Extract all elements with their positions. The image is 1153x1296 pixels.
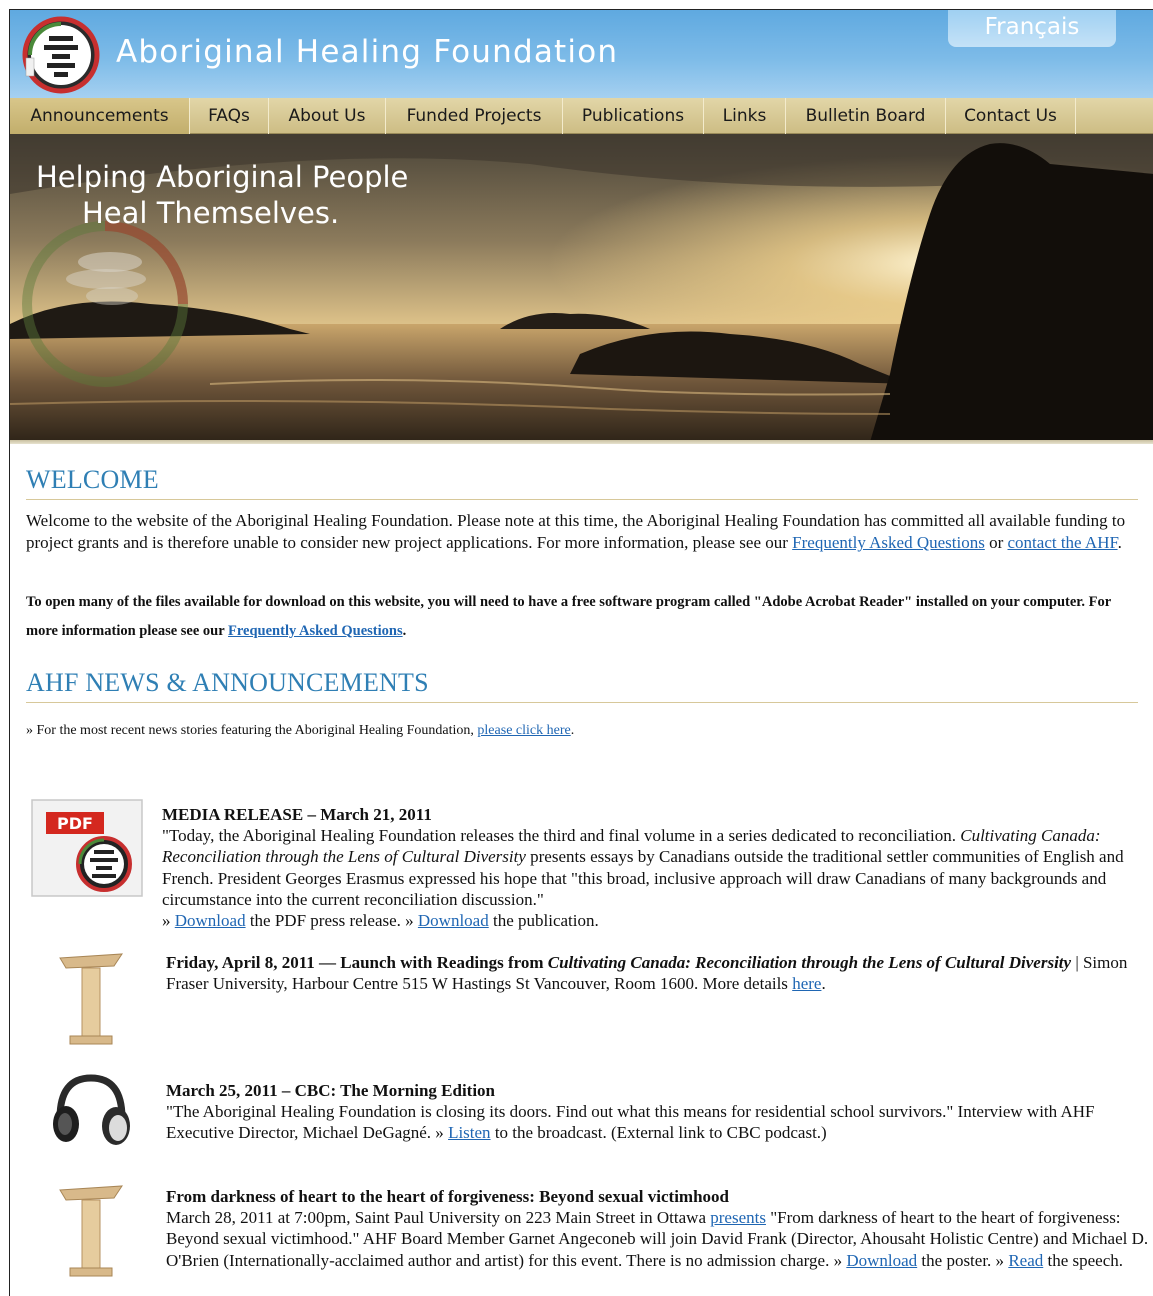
recent-end: .	[570, 723, 575, 738]
acrobat-notice: To open many of the files available for …	[26, 588, 1138, 646]
news-text: March 28, 2011 at 7:00pm, Saint Paul Uni…	[166, 1208, 711, 1228]
main-nav: Announcements FAQs About Us Funded Projects…	[10, 98, 1153, 134]
news-italic-title: Cultivating Canada: Reconciliation throu…	[547, 953, 1072, 972]
news-body: MEDIA RELEASE – March 21, 2011 "Today, t…	[162, 804, 1152, 931]
nav-item-about-us[interactable]: About Us	[269, 98, 386, 134]
news-body: Friday, April 8, 2011 — Launch with Read…	[166, 952, 1146, 994]
svg-text:PDF: PDF	[57, 814, 93, 833]
hero-divider	[10, 440, 1153, 444]
news-text: .	[821, 974, 826, 994]
acrobat-faq-link[interactable]: Frequently Asked Questions	[228, 623, 403, 639]
nav-item-announcements[interactable]: Announcements	[10, 98, 190, 134]
listen-link[interactable]: Listen	[448, 1123, 491, 1142]
recent-news-line: » For the most recent news stories featu…	[26, 723, 1138, 739]
news-text: the poster. »	[917, 1250, 1009, 1270]
welcome-end: .	[1117, 533, 1122, 552]
nav-item-contact-us[interactable]: Contact Us	[946, 98, 1076, 134]
francais-button[interactable]: Français	[948, 10, 1116, 47]
news-text: to the broadcast. (External link to CBC …	[490, 1123, 827, 1143]
faq-link[interactable]: Frequently Asked Questions	[792, 533, 985, 552]
hero-banner: Helping Aboriginal People Heal Themselve…	[10, 134, 1153, 442]
welcome-paragraph: Welcome to the website of the Aboriginal…	[26, 510, 1138, 554]
download-poster-link[interactable]: Download	[846, 1251, 917, 1270]
news-headline: MEDIA RELEASE – March 21, 2011	[162, 805, 432, 824]
nav-item-bulletin-board[interactable]: Bulletin Board	[786, 98, 946, 134]
contact-link[interactable]: contact the AHF	[1008, 533, 1118, 552]
news-body: March 25, 2011 – CBC: The Morning Editio…	[166, 1080, 1146, 1144]
welcome-or: or	[984, 533, 1008, 552]
nav-item-links[interactable]: Links	[704, 98, 786, 134]
pdf-icon[interactable]: PDF	[28, 798, 146, 900]
podium-icon	[59, 1185, 123, 1277]
podium-icon	[59, 953, 123, 1045]
more-details-link[interactable]: here	[792, 974, 821, 993]
recent-prefix: » For the most recent news stories featu…	[26, 723, 478, 738]
news-text: the PDF press release. »	[245, 911, 418, 931]
download-press-release-link[interactable]: Download	[175, 911, 246, 930]
hero-tagline-line2: Heal Themselves.	[82, 196, 340, 230]
welcome-heading: WELCOME	[26, 465, 1138, 500]
headphones-icon	[53, 1074, 130, 1145]
news-text: the publication.	[488, 911, 599, 931]
site-title: Aboriginal Healing Foundation	[116, 34, 619, 70]
news-body: From darkness of heart to the heart of f…	[166, 1186, 1151, 1271]
download-publication-link[interactable]: Download	[418, 911, 489, 930]
nav-item-faqs[interactable]: FAQs	[190, 98, 269, 134]
news-headline-text: Friday, April 8, 2011 — Launch with Read…	[166, 953, 548, 972]
news-headline: March 25, 2011 – CBC: The Morning Editio…	[166, 1081, 496, 1100]
ahf-logo-icon[interactable]	[22, 16, 100, 94]
news-headline: Friday, April 8, 2011 — Launch with Read…	[166, 953, 1071, 972]
news-headline: From darkness of heart to the heart of f…	[166, 1187, 730, 1206]
read-speech-link[interactable]: Read	[1008, 1251, 1043, 1270]
acrobat-text: To open many of the files available for …	[26, 594, 1111, 639]
news-text: "Today, the Aboriginal Healing Foundatio…	[162, 826, 961, 846]
recent-news-link[interactable]: please click here	[477, 723, 570, 738]
presents-link[interactable]: presents	[710, 1208, 766, 1227]
news-text: »	[162, 911, 175, 931]
news-text: the speech.	[1043, 1250, 1124, 1270]
acrobat-end: .	[402, 623, 407, 639]
main-content: WELCOME Welcome to the website of the Ab…	[26, 465, 1138, 739]
site-header: Aboriginal Healing Foundation Français	[10, 10, 1153, 98]
nav-item-funded-projects[interactable]: Funded Projects	[386, 98, 563, 134]
page-frame: Aboriginal Healing Foundation Français A…	[9, 9, 1153, 1296]
news-heading: AHF NEWS & ANNOUNCEMENTS	[26, 668, 1138, 703]
nav-item-publications[interactable]: Publications	[563, 98, 704, 134]
hero-tagline-line1: Helping Aboriginal People	[36, 160, 409, 194]
